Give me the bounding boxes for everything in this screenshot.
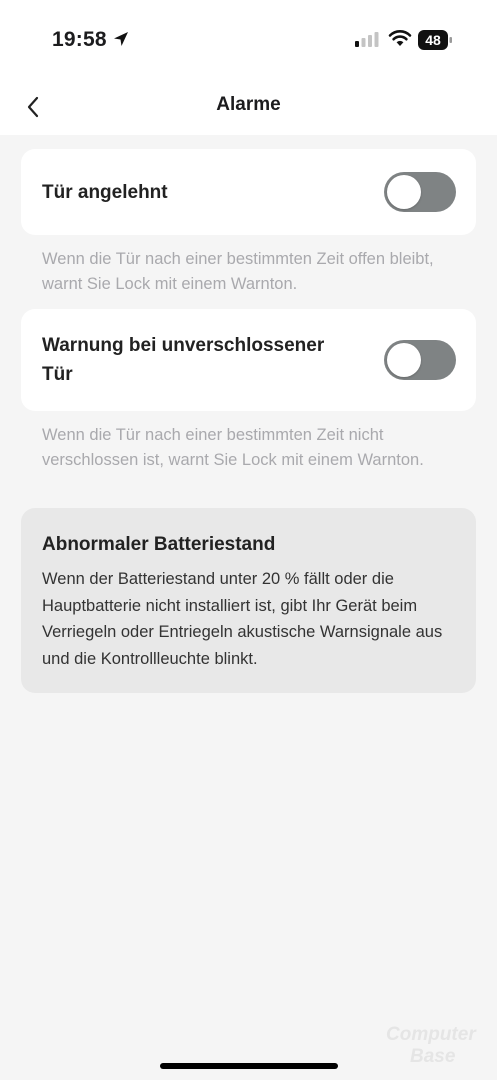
setting-card-unlocked-warning: Warnung bei unverschlossener Tür	[21, 309, 476, 411]
watermark-line-1: Computer	[386, 1024, 476, 1045]
page-title: Alarme	[216, 94, 281, 115]
toggle-knob	[387, 175, 421, 209]
setting-description-door-ajar: Wenn die Tür nach einer bestimmten Zeit …	[42, 250, 434, 293]
nav-bar: Alarme	[0, 80, 497, 135]
setting-label-line-2: Tür	[42, 364, 73, 385]
status-time: 19:58	[52, 28, 107, 51]
signal-icon	[355, 32, 379, 47]
wifi-icon	[388, 30, 412, 46]
watermark-logo: Computer Base	[386, 1024, 490, 1074]
setting-label-line-1: Warnung bei unverschlossener	[42, 335, 325, 356]
toggle-knob	[387, 343, 421, 377]
setting-description-unlocked-warning: Wenn die Tür nach einer bestimmten Zeit …	[42, 426, 424, 469]
setting-label-door-ajar: Tür angelehnt	[42, 182, 168, 203]
info-body: Wenn der Batteriestand unter 20 % fällt …	[42, 570, 443, 668]
watermark-line-2: Base	[410, 1046, 456, 1067]
home-indicator	[160, 1063, 338, 1069]
battery-level: 48	[425, 32, 441, 48]
toggle-door-ajar[interactable]	[384, 172, 456, 212]
toggle-unlocked-warning[interactable]	[384, 340, 456, 380]
setting-card-door-ajar: Tür angelehnt	[21, 149, 476, 235]
status-bar: 19:58 48	[0, 0, 497, 80]
battery-info-box: Abnormaler Batteriestand Wenn der Batter…	[21, 508, 476, 693]
info-title: Abnormaler Batteriestand	[42, 534, 276, 555]
location-arrow-icon	[114, 32, 128, 46]
battery-icon: 48	[418, 30, 454, 55]
setting-label-unlocked-warning: Warnung bei unverschlossener Tür	[42, 331, 324, 389]
